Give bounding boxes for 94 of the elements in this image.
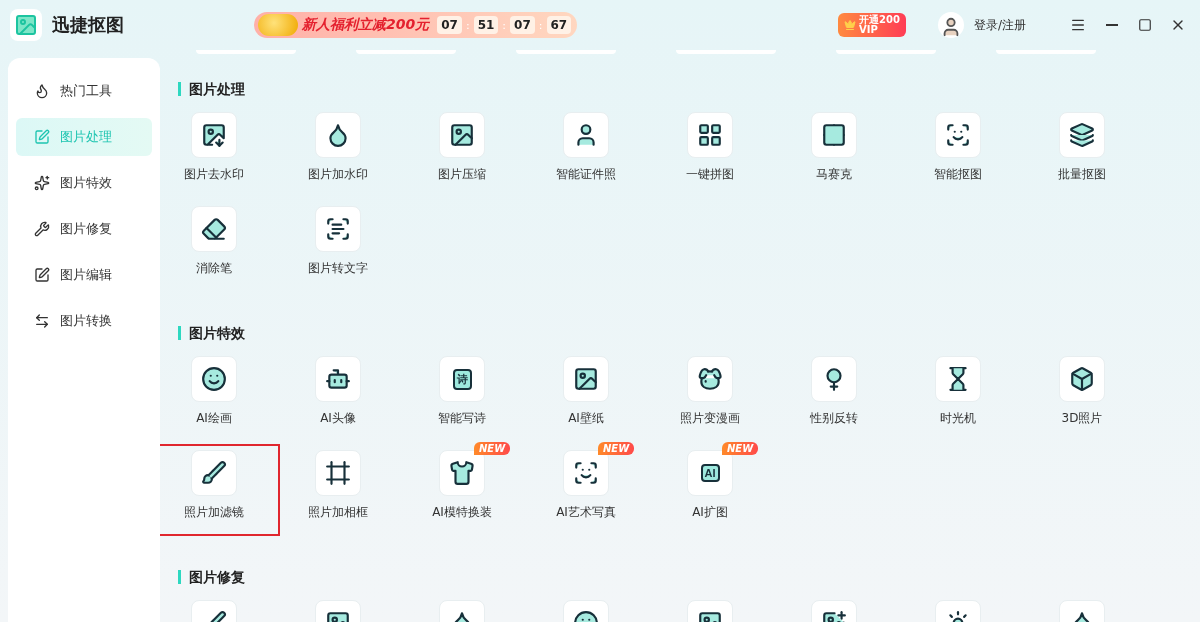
tool-label: 智能写诗 xyxy=(438,410,486,427)
tool-button[interactable] xyxy=(1059,356,1105,402)
tool-button[interactable] xyxy=(811,112,857,158)
timer-separator: : xyxy=(502,18,507,32)
layers-icon xyxy=(1069,122,1095,148)
tool-button[interactable] xyxy=(1059,112,1105,158)
timer-digits: 07 xyxy=(510,16,535,34)
tool-label: 图片加水印 xyxy=(308,166,368,183)
tool-button[interactable] xyxy=(191,356,237,402)
image-text-icon xyxy=(325,216,351,242)
tool-label: 图片压缩 xyxy=(438,166,486,183)
sidebar-item[interactable]: 图片编辑 xyxy=(16,256,152,294)
tool-button[interactable]: 诗 xyxy=(439,356,485,402)
timer-separator: : xyxy=(465,18,470,32)
app-title: 迅捷抠图 xyxy=(52,13,124,37)
tool-button[interactable] xyxy=(315,450,361,496)
eraser-icon xyxy=(201,216,227,242)
glyph-icon: 诗 xyxy=(452,368,472,390)
tool-button[interactable] xyxy=(811,356,857,402)
vip-bottom-text: VIP xyxy=(859,25,878,35)
timer-separator: : xyxy=(538,18,543,32)
image-icon xyxy=(449,122,475,148)
tool-label: 智能抠图 xyxy=(934,166,982,183)
tool-label: AI绘画 xyxy=(196,410,232,427)
wrench-icon xyxy=(34,221,50,237)
scan-person-icon xyxy=(945,122,971,148)
app-logo xyxy=(10,9,42,41)
section-title: 图片处理 xyxy=(178,82,1200,96)
tool-button[interactable] xyxy=(191,112,237,158)
tool-button[interactable] xyxy=(687,112,733,158)
sidebar-item[interactable]: 图片修复 xyxy=(16,210,152,248)
menu-icon xyxy=(1070,17,1086,33)
tool-label: 照片变漫画 xyxy=(680,410,740,427)
grid-icon xyxy=(697,122,723,148)
tool-label: 马赛克 xyxy=(816,166,852,183)
smile-icon xyxy=(201,366,227,392)
tool-label: 性别反转 xyxy=(810,410,858,427)
3d-image-icon xyxy=(1069,366,1095,392)
tool-button[interactable] xyxy=(935,112,981,158)
tool-label: AI头像 xyxy=(320,410,356,427)
new-badge: NEW xyxy=(598,442,635,455)
image-icon xyxy=(201,122,227,148)
swap-icon xyxy=(34,313,50,329)
tool-button[interactable] xyxy=(687,356,733,402)
tool-button[interactable] xyxy=(563,356,609,402)
tool-button[interactable] xyxy=(439,450,485,496)
tool-button[interactable] xyxy=(563,112,609,158)
tool-label: AI模特换装 xyxy=(432,504,492,521)
promo-text: 新人福利立减200元 xyxy=(302,16,430,34)
new-badge: NEW xyxy=(722,442,759,455)
new-badge: NEW xyxy=(474,442,511,455)
minimize-icon xyxy=(1106,24,1118,26)
tool-label: 批量抠图 xyxy=(1058,166,1106,183)
tool-label: 图片去水印 xyxy=(184,166,244,183)
sidebar-item[interactable]: 热门工具 xyxy=(16,72,152,110)
tool-label: 图片转文字 xyxy=(308,260,368,277)
tool-label: 3D照片 xyxy=(1061,410,1103,427)
tool-button[interactable] xyxy=(935,356,981,402)
promo-banner[interactable]: 新人福利立减200元 07 : 51 : 07 : 67 xyxy=(254,12,578,38)
tool-button[interactable] xyxy=(315,206,361,252)
edit-image-icon xyxy=(34,129,50,145)
edit-icon xyxy=(34,267,50,283)
vip-top-text: 开通200 xyxy=(859,15,900,25)
flame-icon xyxy=(34,83,50,99)
tool-label: 照片加相框 xyxy=(308,504,368,521)
avatar-icon[interactable] xyxy=(937,12,964,38)
tool-button[interactable] xyxy=(563,450,609,496)
sparkle-icon xyxy=(34,175,50,191)
glyph-icon: AI xyxy=(700,464,720,482)
tool-label: 智能证件照 xyxy=(556,166,616,183)
tool-button[interactable] xyxy=(315,356,361,402)
maximize-icon xyxy=(1138,18,1152,32)
tool-label: AI艺术写真 xyxy=(556,504,616,521)
tool-label: AI壁纸 xyxy=(568,410,604,427)
tool-button[interactable] xyxy=(315,112,361,158)
sidebar-item[interactable]: 图片转换 xyxy=(16,302,152,340)
sidebar-item[interactable]: 图片特效 xyxy=(16,164,152,202)
timer-digits: 67 xyxy=(546,16,572,34)
crown-icon xyxy=(844,19,857,31)
tool-button[interactable] xyxy=(191,450,237,496)
tool-label: AI扩图 xyxy=(692,504,728,521)
landscape-icon xyxy=(573,366,599,392)
timer-digits: 07 xyxy=(437,16,462,34)
section-title: 图片修复 xyxy=(178,570,1200,584)
tool-button[interactable] xyxy=(191,206,237,252)
tool-label: 照片加滤镜 xyxy=(184,504,244,521)
tool-label: 消除笔 xyxy=(196,260,232,277)
tool-label: 一键拼图 xyxy=(686,166,734,183)
bear-face-icon xyxy=(697,366,723,392)
tool-label: 时光机 xyxy=(940,410,976,427)
section-title: 图片特效 xyxy=(178,326,1200,340)
timer-digits: 51 xyxy=(473,16,499,34)
tool-button[interactable] xyxy=(439,112,485,158)
login-link[interactable]: 登录/注册 xyxy=(973,16,1026,34)
